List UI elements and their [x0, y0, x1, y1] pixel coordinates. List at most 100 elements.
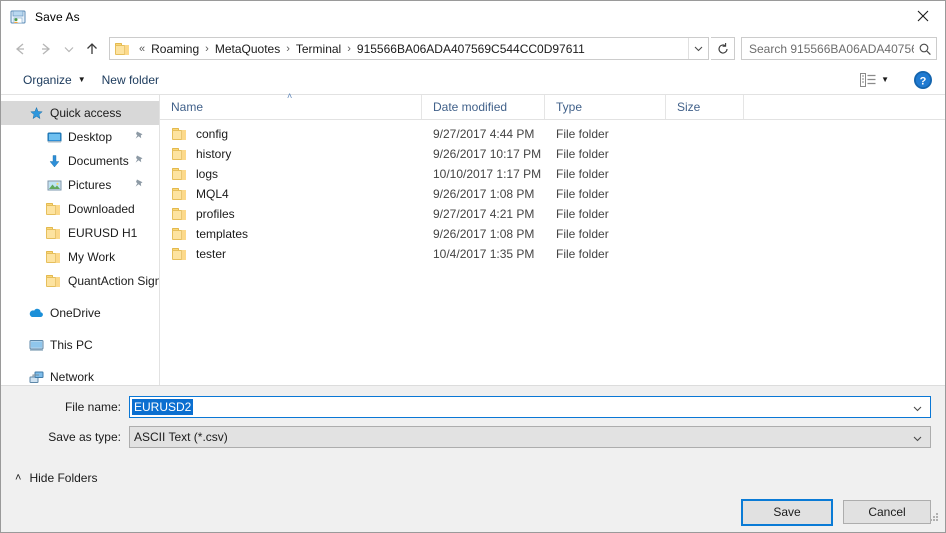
hide-folders-button[interactable]: ˄ Hide Folders: [1, 464, 945, 492]
chevron-down-icon[interactable]: [912, 431, 923, 449]
file-type-cell: File folder: [556, 207, 609, 221]
file-name-label: history: [196, 147, 232, 161]
table-row[interactable]: logs 10/10/2017 1:17 PM File folder: [160, 164, 945, 184]
folder-icon: [172, 247, 188, 261]
breadcrumb-item-roaming[interactable]: Roaming: [149, 42, 201, 56]
refresh-button[interactable]: [711, 37, 735, 60]
sidebar-item-desktop[interactable]: Desktop: [1, 125, 159, 149]
address-bar[interactable]: « Roaming › MetaQuotes › Terminal › 9155…: [109, 37, 709, 60]
save-as-icon: [10, 9, 26, 25]
sidebar-item-label: Documents: [68, 154, 129, 168]
view-list-icon: [860, 72, 876, 87]
table-row[interactable]: tester 10/4/2017 1:35 PM File folder: [160, 244, 945, 264]
chevron-up-icon: ˄: [15, 472, 22, 484]
save-as-type-row: Save as type: ASCII Text (*.csv): [1, 424, 945, 450]
column-header-date-modified[interactable]: Date modified: [422, 95, 545, 119]
column-header-size[interactable]: Size: [666, 95, 744, 119]
file-date-cell: 9/26/2017 1:08 PM: [433, 227, 535, 241]
file-name-value[interactable]: EURUSD2: [132, 399, 194, 415]
sidebar-item-label: My Work: [68, 250, 116, 264]
file-name-cell: history: [160, 147, 422, 161]
onedrive-icon: [28, 305, 44, 321]
file-name-label: MQL4: [196, 187, 229, 201]
folder-icon: [172, 127, 188, 141]
file-type-cell: File folder: [556, 127, 609, 141]
sidebar-item-quantaction-signal[interactable]: QuantAction Signal: [1, 269, 159, 293]
sidebar-item-label: Network: [50, 370, 95, 384]
folder-icon: [46, 249, 62, 265]
address-folder-icon: [115, 42, 130, 55]
sidebar-item-my-work[interactable]: My Work: [1, 245, 159, 269]
column-header-name[interactable]: Name ˄: [160, 91, 422, 119]
forward-button[interactable]: [33, 36, 59, 62]
file-date-cell: 9/26/2017 10:17 PM: [433, 147, 542, 161]
sidebar-item-label: Downloaded: [68, 202, 135, 216]
file-name-input[interactable]: EURUSD2: [129, 396, 931, 418]
sidebar-item-eurusd-h1[interactable]: EURUSD H1: [1, 221, 159, 245]
breadcrumb-item-terminal[interactable]: Terminal: [294, 42, 343, 56]
new-folder-button[interactable]: New folder: [94, 68, 167, 92]
cancel-button[interactable]: Cancel: [843, 500, 931, 524]
dialog-buttons: Save Cancel: [1, 492, 945, 532]
resize-grip[interactable]: [928, 510, 940, 528]
help-button[interactable]: ?: [913, 70, 933, 90]
folder-icon: [172, 207, 188, 221]
breadcrumb-item-instance[interactable]: 915566BA06ADA407569C544CC0D97611: [355, 42, 587, 56]
table-row[interactable]: config 9/27/2017 4:44 PM File folder: [160, 124, 945, 144]
file-type-cell: File folder: [556, 247, 609, 261]
up-button[interactable]: [79, 36, 105, 62]
sidebar-item-documents[interactable]: Documents: [1, 149, 159, 173]
file-name-cell: profiles: [160, 207, 422, 221]
folder-icon: [46, 225, 62, 241]
chevron-down-icon: ▼: [881, 75, 889, 84]
sidebar-item-quick-access[interactable]: Quick access: [1, 101, 159, 125]
chevron-down-icon: ▼: [77, 75, 86, 84]
column-header-label: Name: [171, 100, 204, 114]
sidebar-item-pictures[interactable]: Pictures: [1, 173, 159, 197]
sidebar-item-label: EURUSD H1: [68, 226, 138, 240]
sidebar-item-network[interactable]: Network: [1, 365, 159, 385]
window-title: Save As: [35, 9, 80, 24]
sort-ascending-icon: ˄: [287, 91, 293, 101]
sidebar-item-this-pc[interactable]: This PC: [1, 333, 159, 357]
save-as-type-select[interactable]: ASCII Text (*.csv): [129, 426, 931, 448]
folder-icon: [172, 187, 188, 201]
search-box[interactable]: Search 915566BA06ADA40756...: [741, 37, 937, 60]
breadcrumb-item-metaquotes[interactable]: MetaQuotes: [213, 42, 282, 56]
column-header-label: Type: [556, 100, 583, 114]
network-icon: [28, 369, 44, 385]
navigation-bar: « Roaming › MetaQuotes › Terminal › 9155…: [1, 32, 945, 65]
organize-button[interactable]: Organize ▼: [15, 68, 94, 92]
column-header-type[interactable]: Type: [545, 95, 666, 119]
table-row[interactable]: templates 9/26/2017 1:08 PM File folder: [160, 224, 945, 244]
cancel-button-label: Cancel: [868, 505, 906, 519]
close-button[interactable]: [900, 1, 945, 31]
file-list: Name ˄ Date modified Type Size config 9/…: [160, 91, 945, 385]
save-button[interactable]: Save: [741, 498, 833, 526]
change-view-button[interactable]: ▼: [854, 72, 895, 87]
sidebar-item-downloaded[interactable]: Downloaded: [1, 197, 159, 221]
column-headers: Name ˄ Date modified Type Size: [160, 91, 945, 120]
star-pin-icon: [28, 105, 44, 121]
address-dropdown-icon[interactable]: [688, 38, 708, 59]
chevron-down-icon[interactable]: [912, 401, 923, 419]
pin-icon: [134, 130, 145, 144]
breadcrumb-overflow[interactable]: «: [135, 43, 149, 55]
file-rows: config 9/27/2017 4:44 PM File folder his…: [160, 120, 945, 385]
table-row[interactable]: MQL4 9/26/2017 1:08 PM File folder: [160, 184, 945, 204]
command-bar-right: ▼ ?: [854, 70, 945, 90]
folder-icon: [46, 201, 62, 217]
navigation-pane: Quick access Desktop Documents Pictures …: [1, 95, 160, 385]
file-name-cell: tester: [160, 247, 422, 261]
dialog-footer: File name: EURUSD2 Save as type: ASCII T…: [1, 386, 945, 532]
sidebar-item-onedrive[interactable]: OneDrive: [1, 301, 159, 325]
file-type-cell: File folder: [556, 227, 609, 241]
search-input[interactable]: Search 915566BA06ADA40756...: [742, 42, 914, 56]
recent-locations-button[interactable]: [59, 36, 79, 62]
file-name-label: templates: [196, 227, 249, 241]
sidebar-item-label: This PC: [50, 338, 93, 352]
back-button[interactable]: [7, 36, 33, 62]
table-row[interactable]: history 9/26/2017 10:17 PM File folder: [160, 144, 945, 164]
table-row[interactable]: profiles 9/27/2017 4:21 PM File folder: [160, 204, 945, 224]
